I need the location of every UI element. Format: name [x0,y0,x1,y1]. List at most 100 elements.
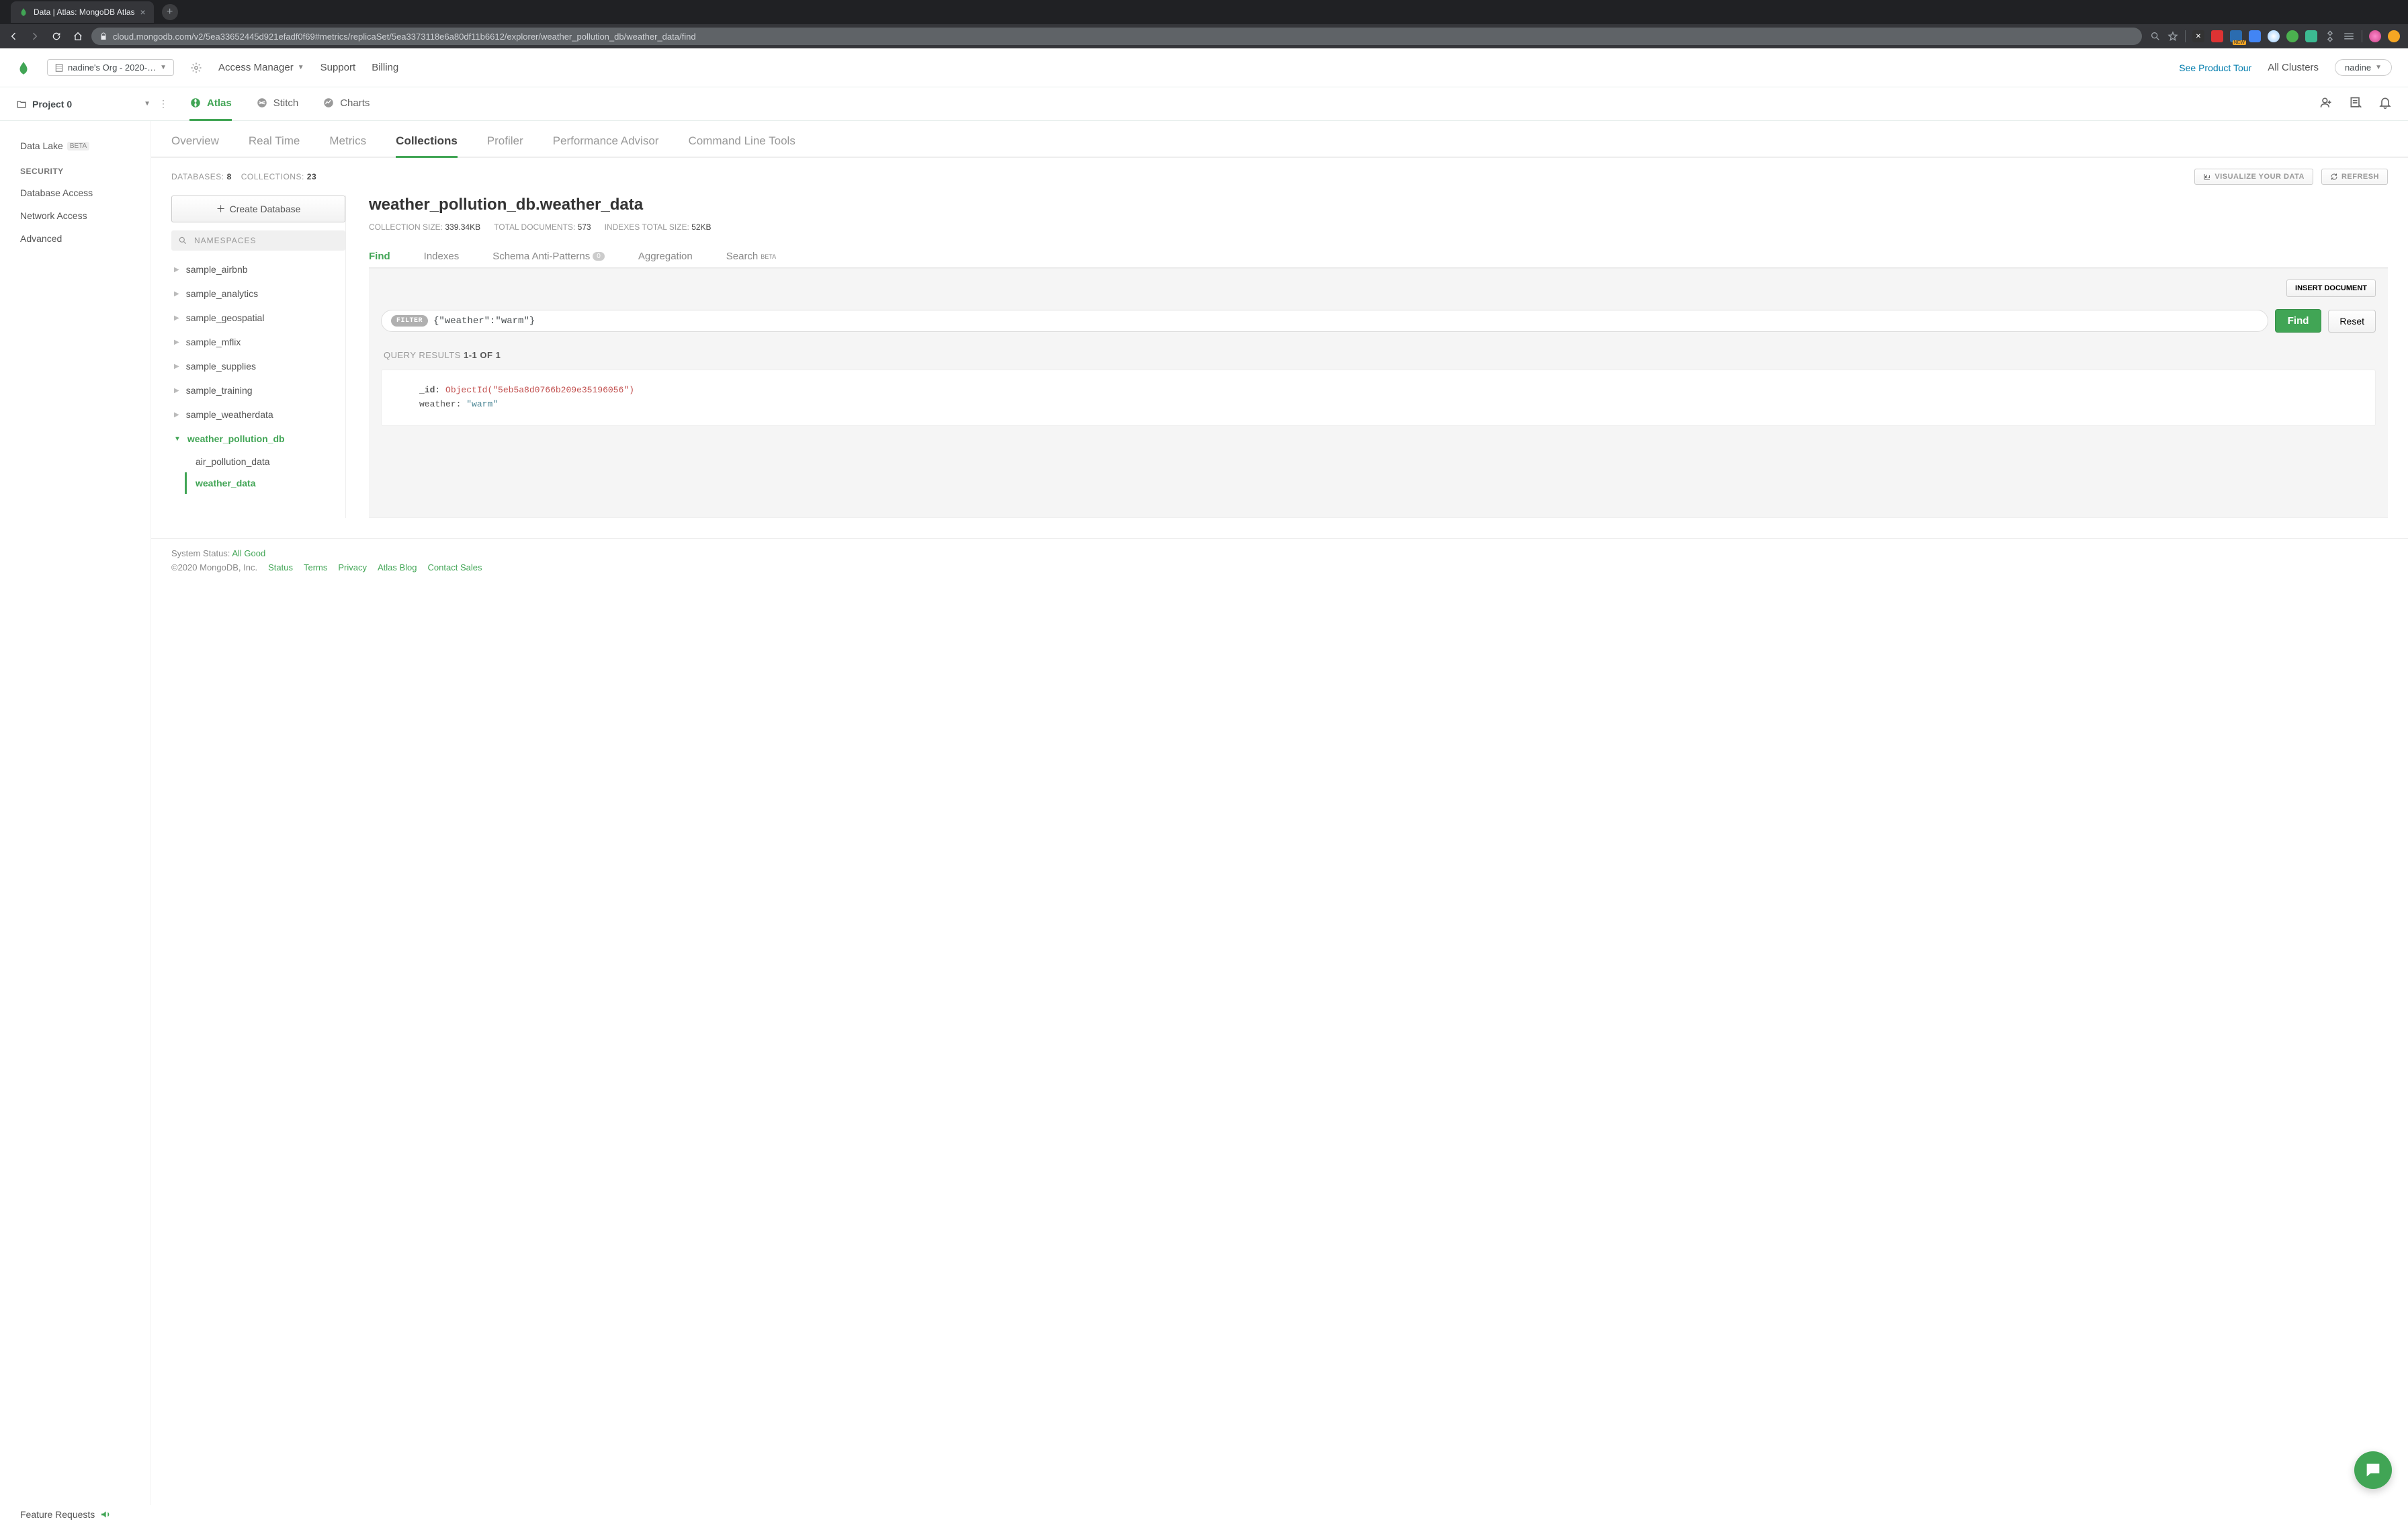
lock-icon [99,32,108,40]
new-tab-button[interactable]: + [162,4,178,20]
ext-icon-6[interactable] [2286,30,2298,42]
filter-value: {"weather":"warm"} [433,316,535,327]
tab-schema[interactable]: Schema Anti-Patterns 0 [492,245,605,267]
collection-title: weather_pollution_db.weather_data [369,196,2388,214]
db-item[interactable]: ▶sample_training [171,378,345,402]
ext-icon-2[interactable] [2211,30,2223,42]
star-icon[interactable] [2167,31,2178,42]
databases-label: DATABASES: [171,172,224,181]
activity-icon[interactable] [2349,96,2362,112]
invite-icon[interactable] [2319,96,2333,112]
forward-icon[interactable] [30,31,40,42]
charts-tab[interactable]: Charts [322,87,370,121]
tab-aggregation[interactable]: Aggregation [638,245,693,267]
db-item[interactable]: ▶sample_supplies [171,354,345,378]
footer-link[interactable]: Status [268,562,293,572]
feature-requests-button[interactable]: Feature Requests [0,1505,2408,1540]
refresh-button[interactable]: REFRESH [2321,169,2388,185]
db-item[interactable]: ▶sample_analytics [171,282,345,306]
subtab-collections[interactable]: Collections [396,126,458,158]
sidebar-security-heading: SECURITY [20,157,150,181]
ext-icon-3[interactable]: NEW [2230,30,2242,42]
subtab-performance-advisor[interactable]: Performance Advisor [553,126,659,157]
db-item[interactable]: ▶sample_airbnb [171,257,345,282]
charts-icon [322,97,335,109]
db-item[interactable]: ▶sample_mflix [171,330,345,354]
ext-icon-9[interactable] [2343,30,2355,42]
results-label: QUERY RESULTS 1-1 OF 1 [384,350,2376,360]
org-dropdown[interactable]: nadine's Org - 2020-… ▼ [47,59,174,76]
user-dropdown[interactable]: nadine ▼ [2335,59,2392,76]
filter-input[interactable]: FILTER {"weather":"warm"} [381,310,2268,332]
footer-link[interactable]: Privacy [338,562,367,572]
db-item[interactable]: ▶sample_weatherdata [171,402,345,427]
mongodb-logo-icon[interactable] [16,60,31,75]
status-link[interactable]: All Good [232,548,265,558]
back-icon[interactable] [8,31,19,42]
gear-icon[interactable] [190,62,202,74]
visualize-button[interactable]: VISUALIZE YOUR DATA [2194,169,2313,185]
support-link[interactable]: Support [320,62,356,73]
ext-icon-7[interactable] [2305,30,2317,42]
footer-link[interactable]: Terms [304,562,327,572]
subtab-real-time[interactable]: Real Time [249,126,300,157]
plus-icon: ＋ [216,202,226,216]
insert-document-button[interactable]: INSERT DOCUMENT [2286,280,2376,297]
collection-item[interactable]: air_pollution_data [185,451,345,472]
tab-close-icon[interactable]: × [140,7,146,17]
caret-down-icon: ▼ [144,100,150,108]
db-item-active[interactable]: ▼weather_pollution_db [171,427,345,451]
find-button[interactable]: Find [2275,309,2322,333]
all-clusters-link[interactable]: All Clusters [2268,62,2319,73]
ext-icon-8[interactable] [2324,30,2336,42]
ext-icon-4[interactable] [2249,30,2261,42]
billing-link[interactable]: Billing [372,62,398,73]
tab-find[interactable]: Find [369,245,390,267]
sidebar-database-access[interactable]: Database Access [20,181,150,204]
footer-link[interactable]: Atlas Blog [378,562,417,572]
chevron-right-icon: ▶ [174,411,179,419]
folder-icon [16,99,27,110]
subtab-overview[interactable]: Overview [171,126,219,157]
create-database-button[interactable]: ＋ Create Database [171,196,345,222]
url-text: cloud.mongodb.com/v2/5ea33652445d921efad… [113,32,696,42]
document-card[interactable]: _id: ObjectId("5eb5a8d0766b209e35196056"… [381,370,2376,426]
url-field[interactable]: cloud.mongodb.com/v2/5ea33652445d921efad… [91,28,2142,45]
subtab-profiler[interactable]: Profiler [487,126,523,157]
caret-down-icon: ▼ [160,64,167,71]
browser-tab[interactable]: Data | Atlas: MongoDB Atlas × [11,1,154,23]
chevron-right-icon: ▶ [174,314,179,322]
footer-link[interactable]: Contact Sales [428,562,482,572]
sidebar-data-lake[interactable]: Data Lake BETA [20,134,150,157]
org-name: nadine's Org - 2020-… [68,62,156,73]
subtab-metrics[interactable]: Metrics [329,126,366,157]
access-manager-link[interactable]: Access Manager ▼ [218,62,304,73]
atlas-icon [189,97,202,109]
stitch-tab[interactable]: Stitch [256,87,299,121]
chart-icon [2203,173,2211,181]
sidebar-advanced[interactable]: Advanced [20,227,150,250]
reset-button[interactable]: Reset [2328,310,2376,333]
profile-avatar[interactable] [2369,30,2381,42]
db-item[interactable]: ▶sample_geospatial [171,306,345,330]
chevron-down-icon: ▼ [174,435,181,443]
home-icon[interactable] [73,31,83,42]
tab-indexes[interactable]: Indexes [424,245,460,267]
atlas-tab[interactable]: Atlas [189,87,232,121]
bell-icon[interactable] [2378,96,2392,112]
product-tour-link[interactable]: See Product Tour [2179,62,2251,73]
project-menu-icon[interactable]: ⋮ [150,98,176,110]
ext-icon-1[interactable]: ✕ [2192,30,2204,42]
reload-icon[interactable] [51,31,62,42]
zoom-icon[interactable] [2150,31,2161,42]
tab-search[interactable]: SearchBETA [726,245,776,267]
intercom-button[interactable] [2354,1451,2392,1489]
chevron-right-icon: ▶ [174,363,179,370]
project-selector[interactable]: Project 0 ▼ [16,99,150,110]
sidebar-network-access[interactable]: Network Access [20,204,150,227]
subtab-cli-tools[interactable]: Command Line Tools [688,126,795,157]
namespaces-search[interactable]: NAMESPACES [171,230,345,251]
browser-menu-icon[interactable] [2388,30,2400,42]
ext-icon-5[interactable] [2268,30,2280,42]
collection-item-active[interactable]: weather_data [185,472,345,494]
